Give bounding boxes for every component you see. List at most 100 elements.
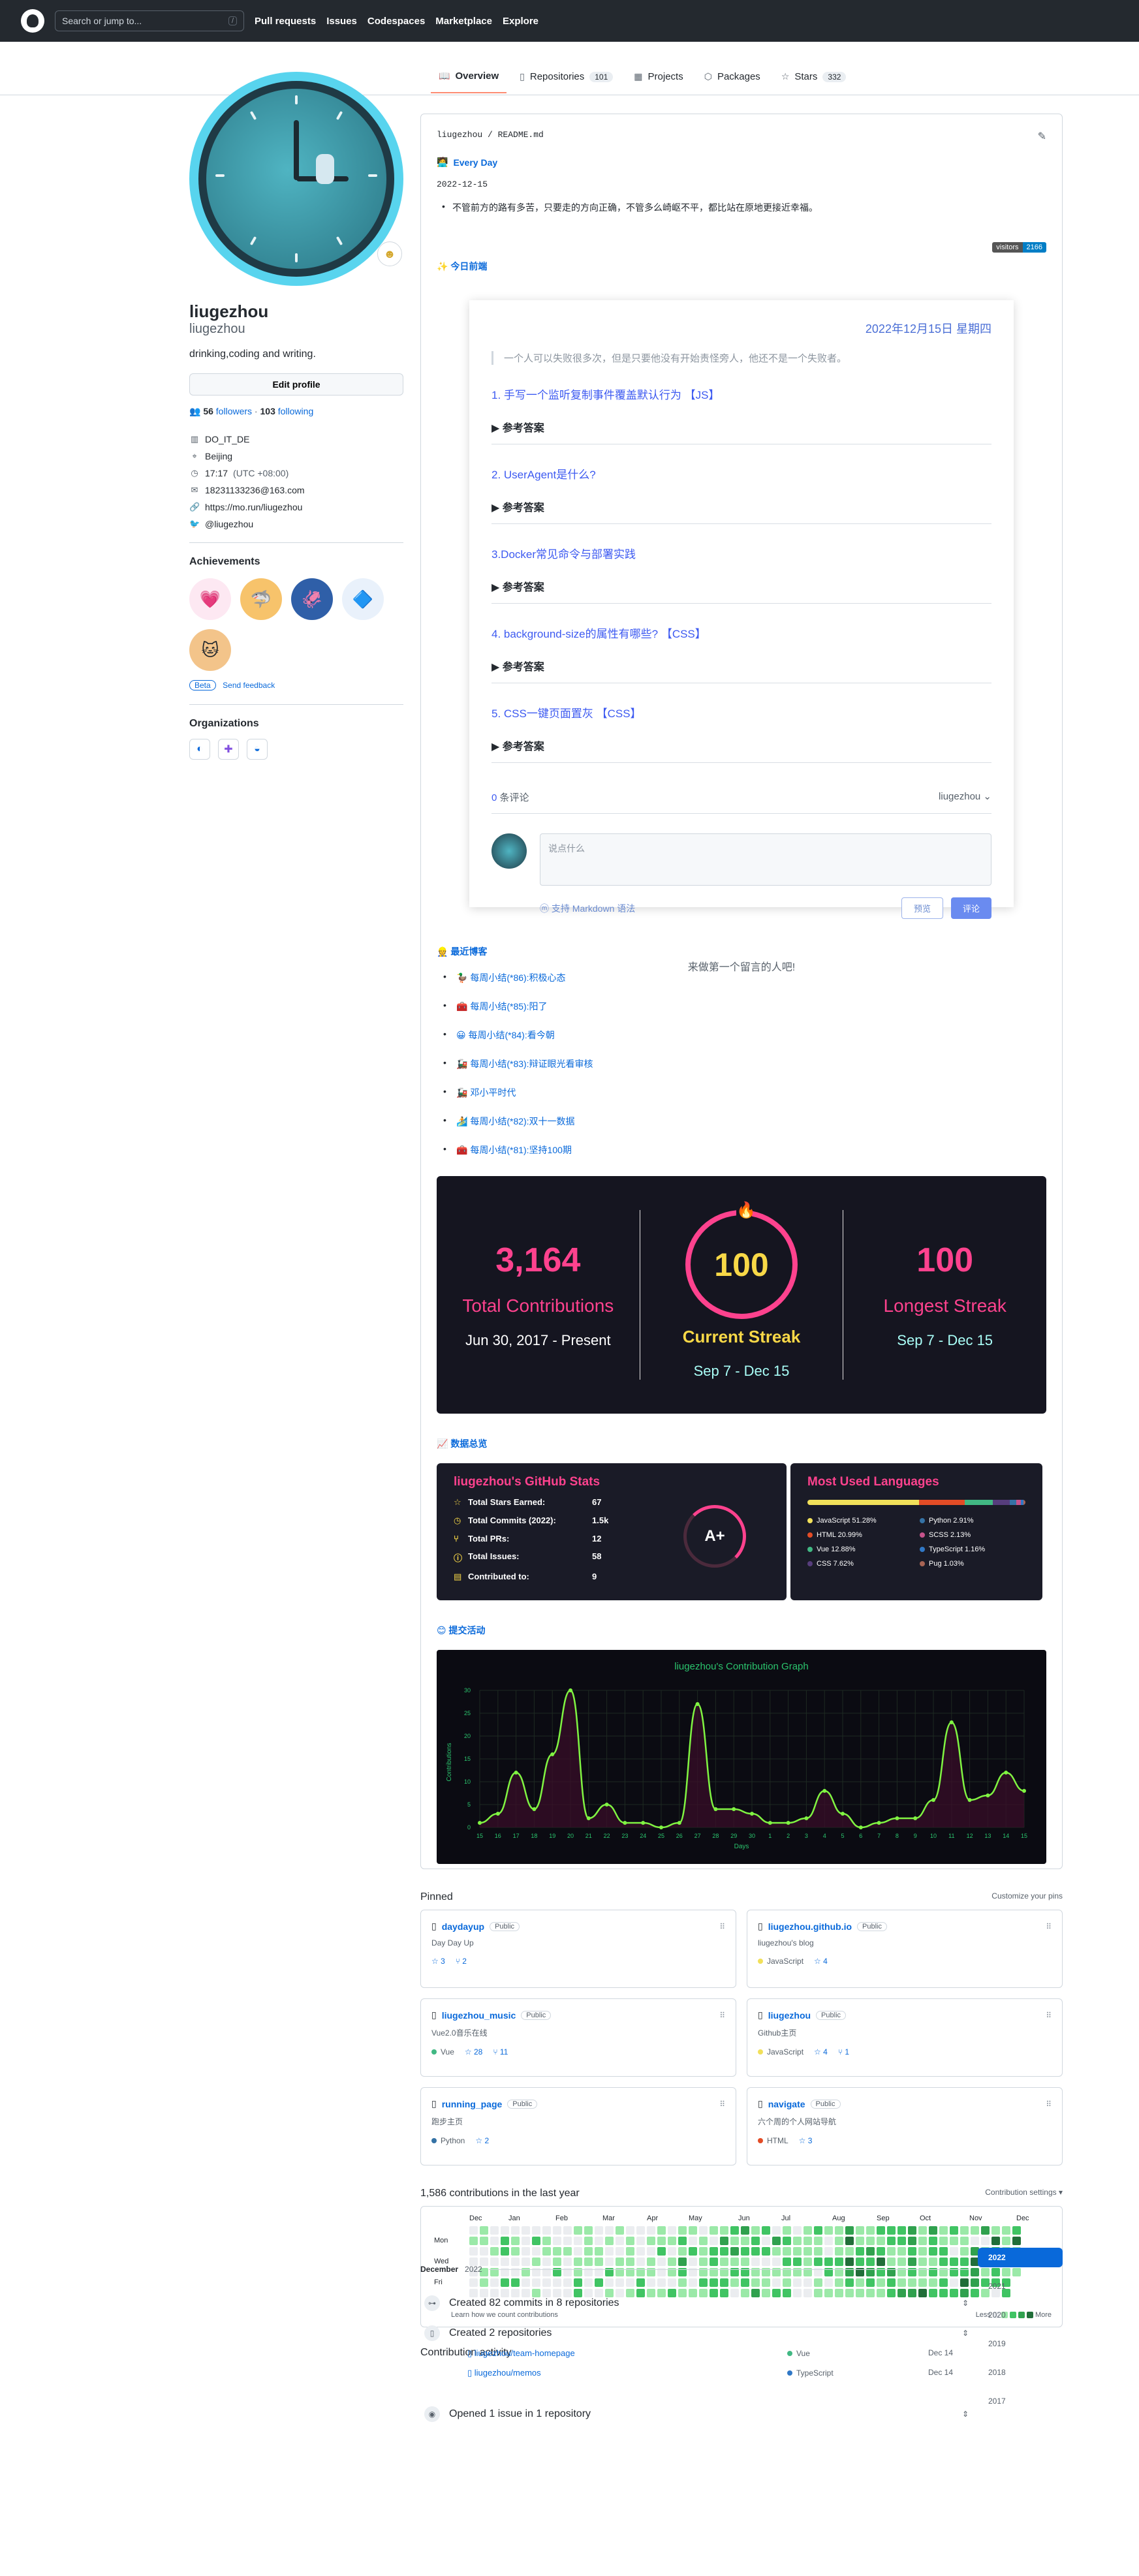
contribution-cell[interactable] <box>605 2247 614 2256</box>
contribution-cell[interactable] <box>730 2289 739 2297</box>
org-avatar-icon[interactable]: ◐ <box>189 739 210 760</box>
blog-item[interactable]: 😀 每周小结(*84):看今朝 <box>437 1029 1046 1042</box>
contribution-cell[interactable] <box>584 2268 593 2276</box>
contribution-cell[interactable] <box>689 2237 697 2245</box>
year-link[interactable]: 2020 <box>978 2305 1063 2325</box>
contribution-cell[interactable] <box>856 2268 864 2276</box>
contribution-cell[interactable] <box>626 2247 634 2256</box>
contribution-cell[interactable] <box>762 2237 770 2245</box>
contribution-cell[interactable] <box>866 2289 875 2297</box>
contribution-cell[interactable] <box>647 2247 655 2256</box>
contribution-cell[interactable] <box>845 2289 854 2297</box>
contribution-cell[interactable] <box>897 2289 906 2297</box>
contribution-cell[interactable] <box>845 2258 854 2266</box>
contribution-cell[interactable] <box>689 2258 697 2266</box>
contribution-cell[interactable] <box>824 2289 833 2297</box>
user-dropdown[interactable]: liugezhou ⌄ <box>939 790 991 804</box>
contribution-cell[interactable] <box>856 2278 864 2287</box>
twitter[interactable]: 🐦 @liugezhou <box>189 519 403 529</box>
contribution-cell[interactable] <box>950 2237 958 2245</box>
contribution-cell[interactable] <box>929 2247 937 2256</box>
contribution-cell[interactable] <box>710 2247 718 2256</box>
contribution-cell[interactable] <box>793 2289 802 2297</box>
contribution-cell[interactable] <box>929 2278 937 2287</box>
contribution-cell[interactable] <box>605 2237 614 2245</box>
contribution-cell[interactable] <box>950 2258 958 2266</box>
blog-item[interactable]: 🧰 每周小结(*81):坚持100期 <box>437 1143 1046 1156</box>
contribution-cell[interactable] <box>699 2247 708 2256</box>
contribution-cell[interactable] <box>605 2268 614 2276</box>
contribution-cell[interactable] <box>814 2247 822 2256</box>
contribution-cell[interactable] <box>636 2237 645 2245</box>
contribution-cell[interactable] <box>751 2247 760 2256</box>
contribution-cell[interactable] <box>490 2237 499 2245</box>
contribution-cell[interactable] <box>835 2226 843 2235</box>
answer-toggle[interactable]: ▶ 参考答案 <box>491 419 991 444</box>
contribution-cell[interactable] <box>804 2258 812 2266</box>
contribution-cell[interactable] <box>835 2247 843 2256</box>
contribution-cell[interactable] <box>542 2247 551 2256</box>
contribution-cell[interactable] <box>501 2247 509 2256</box>
unfold-icon[interactable]: ⇕ <box>962 2410 969 2419</box>
contribution-cell[interactable] <box>762 2289 770 2297</box>
contribution-cell[interactable] <box>647 2289 655 2297</box>
contribution-cell[interactable] <box>522 2226 530 2235</box>
contribution-cell[interactable] <box>636 2226 645 2235</box>
contribution-cell[interactable] <box>1012 2268 1021 2276</box>
contribution-cell[interactable] <box>501 2268 509 2276</box>
contribution-cell[interactable] <box>824 2237 833 2245</box>
contribution-cell[interactable] <box>490 2268 499 2276</box>
contribution-cell[interactable] <box>574 2226 582 2235</box>
contribution-cell[interactable] <box>563 2237 572 2245</box>
contribution-cell[interactable] <box>584 2278 593 2287</box>
tab-projects[interactable]: ▦ Projects <box>626 65 691 93</box>
contribution-cell[interactable] <box>647 2268 655 2276</box>
contribution-cell[interactable] <box>960 2247 969 2256</box>
contribution-cell[interactable] <box>584 2289 593 2297</box>
contribution-cell[interactable] <box>678 2278 687 2287</box>
contribution-cell[interactable] <box>522 2278 530 2287</box>
contribution-cell[interactable] <box>877 2278 885 2287</box>
contribution-cell[interactable] <box>668 2247 676 2256</box>
contribution-cell[interactable] <box>887 2237 896 2245</box>
contribution-cell[interactable] <box>511 2226 520 2235</box>
contribution-cell[interactable] <box>877 2258 885 2266</box>
contribution-cell[interactable] <box>804 2268 812 2276</box>
tab-repositories[interactable]: ▯ Repositories 101 <box>512 65 621 93</box>
contribution-cell[interactable] <box>918 2226 927 2235</box>
contribution-cell[interactable] <box>553 2268 561 2276</box>
contribution-cell[interactable] <box>991 2237 1000 2245</box>
contribution-cell[interactable] <box>689 2278 697 2287</box>
contribution-cell[interactable] <box>918 2258 927 2266</box>
contribution-cell[interactable] <box>845 2237 854 2245</box>
contribution-cell[interactable] <box>730 2226 739 2235</box>
contribution-cell[interactable] <box>522 2289 530 2297</box>
contribution-cell[interactable] <box>866 2226 875 2235</box>
contribution-cell[interactable] <box>856 2258 864 2266</box>
contribution-cell[interactable] <box>730 2237 739 2245</box>
repo-stars[interactable]: ☆ 28 <box>465 2047 482 2056</box>
new-repo-link[interactable]: ▯ liugezhou/memos <box>467 2368 787 2378</box>
contribution-cell[interactable] <box>626 2289 634 2297</box>
contribution-cell[interactable] <box>469 2258 478 2266</box>
contribution-cell[interactable] <box>657 2237 666 2245</box>
submit-comment-button[interactable]: 评论 <box>950 897 991 919</box>
contribution-cell[interactable] <box>793 2237 802 2245</box>
contribution-cell[interactable] <box>480 2278 488 2287</box>
arctic-cat-icon[interactable]: 🐱 <box>189 629 231 672</box>
preview-button[interactable]: 预览 <box>901 897 943 919</box>
email[interactable]: ✉ 18231133236@163.com <box>189 485 403 495</box>
contribution-cell[interactable] <box>595 2237 603 2245</box>
contribution-cell[interactable] <box>626 2278 634 2287</box>
contribution-cell[interactable] <box>783 2289 791 2297</box>
contribution-cell[interactable] <box>553 2278 561 2287</box>
readme-path[interactable]: liugezhou / README.md <box>437 130 1046 140</box>
contribution-cell[interactable] <box>469 2226 478 2235</box>
contribution-cell[interactable] <box>605 2258 614 2266</box>
contribution-cell[interactable] <box>845 2226 854 2235</box>
contribution-cell[interactable] <box>584 2237 593 2245</box>
contribution-cell[interactable] <box>783 2258 791 2266</box>
contribution-cell[interactable] <box>605 2289 614 2297</box>
contribution-cell[interactable] <box>866 2237 875 2245</box>
contribution-cell[interactable] <box>991 2268 1000 2276</box>
